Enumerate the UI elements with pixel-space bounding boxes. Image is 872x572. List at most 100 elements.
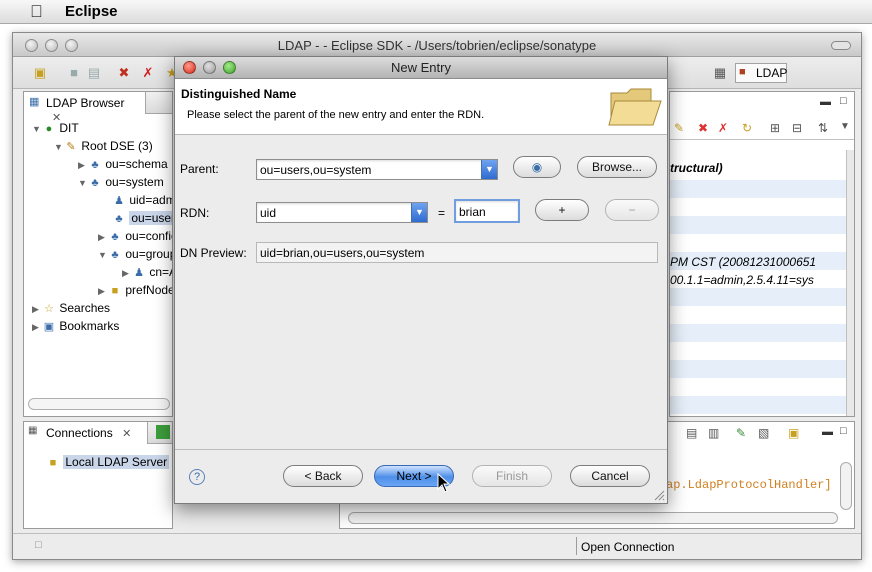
tree-node-ou-groups[interactable]: ▼♣ ou=groups [98, 245, 172, 263]
dialog-header: Distinguished Name Please select the par… [175, 79, 667, 135]
add-rdn-button[interactable]: + [535, 199, 589, 221]
dropdown-arrow-icon[interactable]: ▼ [411, 203, 427, 222]
connect-icon[interactable]: ✖ [115, 64, 133, 82]
expand-all-icon[interactable]: ⊞ [770, 121, 780, 135]
window-title-bar: LDAP - - Eclipse SDK - /Users/tobrien/ec… [13, 33, 861, 57]
new-wizard-icon[interactable]: ▣ [31, 64, 49, 82]
refresh-icon[interactable]: ↻ [742, 121, 752, 135]
view-menu-icon[interactable]: ▼ [840, 121, 850, 132]
maximize-view-icon[interactable]: □ [840, 95, 847, 107]
parent-history-button[interactable]: ◉ [513, 156, 561, 178]
open-perspective-icon[interactable]: ▦ [711, 64, 729, 82]
mouse-cursor-icon [437, 473, 451, 493]
tree-node-uid-admin[interactable]: ♟ uid=admin [112, 191, 172, 209]
tree-node-dit[interactable]: ▼ ● DIT [32, 119, 79, 137]
tree-node-ou-system[interactable]: ▼ ♣ ou=system [78, 173, 164, 191]
entry-icon: ♣ [111, 231, 119, 243]
finish-button[interactable]: Finish [472, 465, 552, 487]
expand-icon[interactable]: ▶ [98, 228, 108, 246]
rdn-attribute-combo[interactable]: uid ▼ [256, 202, 428, 223]
tab-connections[interactable]: ▦ Connections ✕ [24, 422, 148, 444]
filter-icon[interactable]: ⇅ [818, 121, 828, 135]
rdn-label: RDN: [180, 206, 210, 220]
properties-tab-icon[interactable] [156, 425, 170, 439]
new-value-icon[interactable]: ✎ [674, 121, 684, 135]
open-console-icon[interactable]: ▣ [788, 426, 799, 440]
help-button[interactable]: ? [189, 469, 205, 485]
console-horizontal-scrollbar[interactable] [348, 512, 838, 524]
display-console-icon[interactable]: ▧ [758, 426, 769, 440]
dialog-title: New Entry [391, 60, 451, 75]
parent-combo[interactable]: ou=users,ou=system ▼ [256, 159, 498, 180]
console-pin-icon[interactable]: ✎ [736, 426, 746, 440]
expand-icon[interactable]: ▶ [122, 264, 132, 282]
collapse-icon[interactable]: ▼ [32, 120, 42, 138]
minimize-view-icon[interactable]: ▬ [822, 426, 833, 438]
minimize-view-icon[interactable]: ▬ [820, 96, 831, 108]
person-icon: ♟ [114, 195, 124, 207]
expand-icon[interactable]: ▶ [78, 156, 88, 174]
delete-all-icon[interactable]: ✗ [718, 121, 728, 135]
remove-rdn-button[interactable]: − [605, 199, 659, 221]
console-clear-icon[interactable]: ▤ [686, 426, 697, 440]
window-title: LDAP - - Eclipse SDK - /Users/tobrien/ec… [277, 38, 597, 53]
expand-icon[interactable]: ▶ [32, 318, 42, 336]
tree-node-ou-users[interactable]: ♣ ou=users [112, 209, 172, 227]
tree-node-ou-schema[interactable]: ▶ ♣ ou=schema [78, 155, 168, 173]
console-lock-icon[interactable]: ▥ [708, 426, 719, 440]
tree-node-searches[interactable]: ▶ ☆ Searches [32, 299, 110, 317]
rdn-value-input[interactable]: brian [454, 199, 520, 223]
collapse-icon[interactable]: ▼ [78, 174, 88, 192]
ldap-connection-icon: ▦ [28, 425, 38, 436]
tree-node-ou-configuration[interactable]: ▶♣ ou=configuration [98, 227, 172, 245]
dn-preview-field: uid=brian,ou=users,ou=system [256, 242, 658, 263]
dialog-body: Parent: ou=users,ou=system ▼ ◉ Browse...… [175, 136, 667, 450]
maximize-view-icon[interactable]: □ [840, 425, 847, 437]
vertical-scrollbar[interactable] [846, 150, 854, 416]
cancel-button[interactable]: Cancel [570, 465, 650, 487]
root-dse-icon: ✎ [66, 141, 76, 153]
expand-icon[interactable]: ▶ [32, 300, 42, 318]
save-icon[interactable]: ■ [65, 64, 83, 82]
console-output: ap.LdapProtocolHandler] [666, 478, 832, 492]
expand-icon[interactable]: ▶ [98, 282, 108, 300]
ldap-browser-icon: ▦ [29, 96, 40, 108]
dit-icon: ● [45, 123, 53, 135]
connections-panel: ▦ Connections ✕ ■ Local LDAP Server [23, 421, 173, 529]
console-vertical-scrollbar[interactable] [840, 462, 852, 510]
collapse-icon[interactable]: ▼ [54, 138, 64, 156]
tree-node-prefnodename[interactable]: ▶■ prefNodeName=sysPrefRoot [98, 281, 172, 299]
browse-button[interactable]: Browse... [577, 156, 657, 178]
connection-item[interactable]: ■ Local LDAP Server [46, 453, 170, 471]
delete-icon[interactable]: ✖ [698, 121, 708, 135]
status-bar: □ Open Connection [13, 533, 861, 559]
print-icon[interactable]: ▤ [85, 64, 103, 82]
folder-icon: ■ [111, 285, 119, 297]
toolbar-toggle-button[interactable] [831, 41, 851, 50]
apple-icon[interactable]:  [30, 2, 43, 22]
tree-node-root-dse[interactable]: ▼ ✎ Root DSE (3) [54, 137, 153, 155]
tree-node-cn-administrators[interactable]: ▶♟ cn=Administrators [122, 263, 172, 281]
person-icon: ♟ [134, 267, 144, 279]
tab-ldap-browser[interactable]: ▦ LDAP Browser ✕ [24, 92, 146, 124]
page-title: Distinguished Name [181, 87, 297, 101]
collapse-all-icon[interactable]: ⊟ [792, 121, 802, 135]
close-tab-icon[interactable]: ✕ [122, 428, 131, 440]
fast-view-icon[interactable]: □ [35, 539, 42, 551]
dialog-title-bar: New Entry [175, 57, 667, 79]
dropdown-arrow-icon[interactable]: ▼ [481, 160, 497, 179]
searches-icon: ☆ [44, 303, 54, 315]
ldap-browser-tabbar: ▦ LDAP Browser ✕ [24, 92, 172, 124]
back-button[interactable]: < Back [283, 465, 363, 487]
parent-label: Parent: [180, 162, 219, 176]
app-menu[interactable]: Eclipse [65, 3, 118, 20]
disconnect-icon[interactable]: ✗ [139, 64, 157, 82]
entry-icon: ♣ [91, 177, 99, 189]
entry-editor-panel: ▬ □ ✎ ✖ ✗ ↻ ⊞ ⊟ ⇅ ▼ tructural) PM CST (2… [669, 91, 855, 417]
tree-node-bookmarks[interactable]: ▶ ▣ Bookmarks [32, 317, 119, 335]
modifiers-name-value: 00.1.1=admin,2.5.4.11=sys [670, 273, 814, 287]
resize-grip-icon[interactable] [653, 489, 665, 501]
collapse-icon[interactable]: ▼ [98, 246, 108, 264]
history-icon: ◉ [531, 160, 543, 174]
horizontal-scrollbar[interactable] [28, 398, 170, 410]
